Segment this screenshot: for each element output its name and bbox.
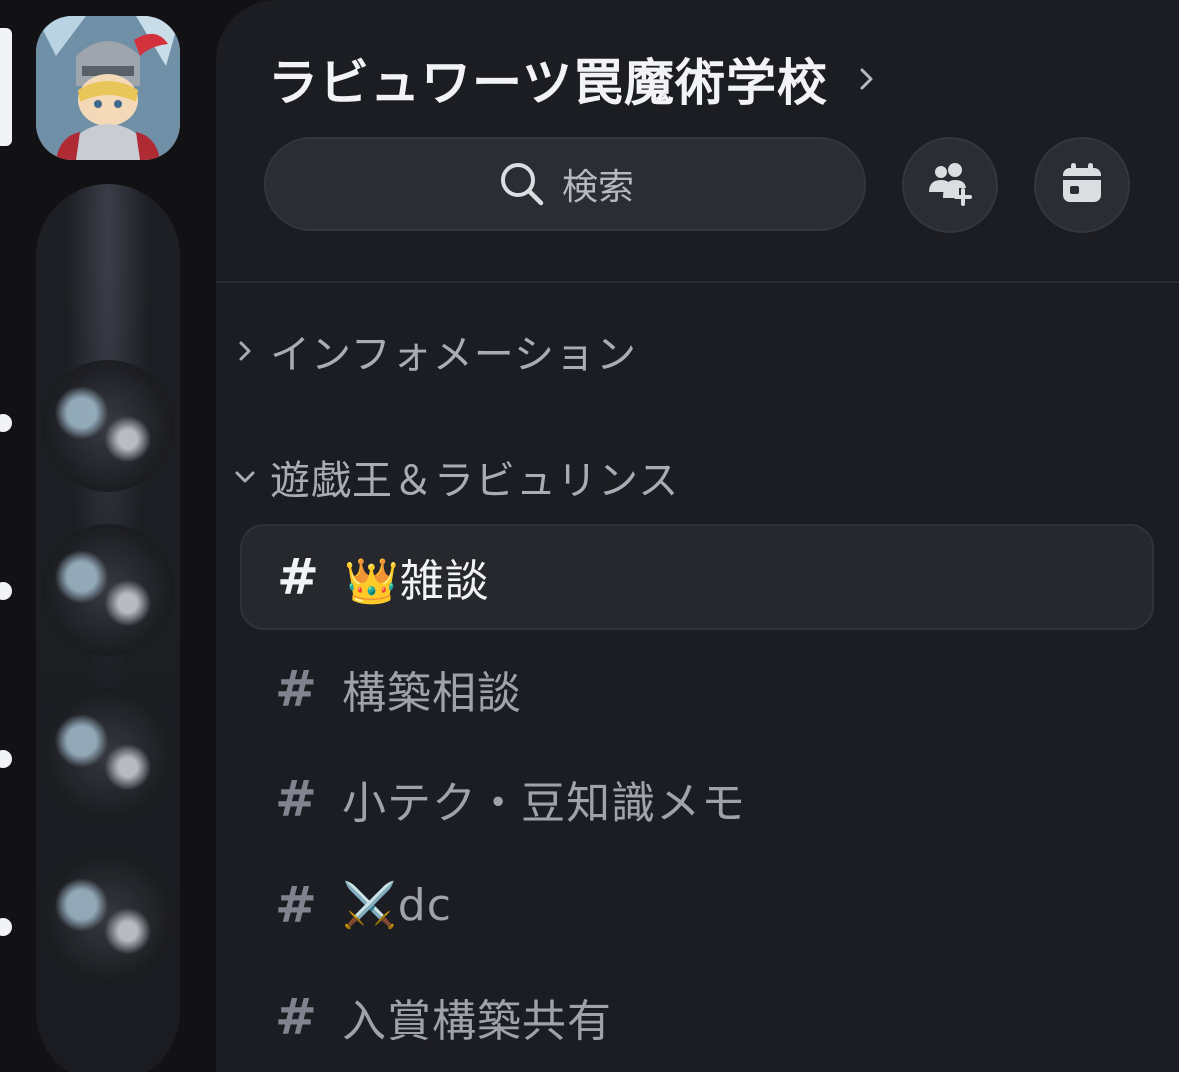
- server-icon-selected[interactable]: [36, 16, 180, 160]
- selected-server-indicator: [0, 28, 12, 146]
- server-header[interactable]: ラビュワーツ罠魔術学校: [268, 44, 882, 114]
- discord-mobile-app: ラビュワーツ罠魔術学校 検索 インフォメーション 遊戯王＆ラビュリンス # 👑雑…: [0, 0, 1179, 1072]
- channel-deck-consultation[interactable]: # 構築相談: [240, 636, 1154, 742]
- events-button[interactable]: [1034, 137, 1130, 233]
- unread-indicator: [0, 750, 12, 768]
- server-rail: [0, 0, 216, 1072]
- channel-name: 構築相談: [342, 668, 522, 719]
- channel-name: ⚔️dc: [342, 880, 452, 931]
- unread-indicator: [0, 582, 12, 600]
- chevron-right-icon: [230, 336, 260, 366]
- server-folder[interactable]: [36, 184, 180, 1072]
- folder-server-icon[interactable]: [42, 852, 174, 984]
- unread-indicator: [0, 414, 12, 432]
- folder-server-icon[interactable]: [42, 688, 174, 820]
- header-divider: [216, 281, 1179, 283]
- hash-icon: #: [277, 548, 319, 606]
- unread-indicator: [0, 918, 12, 936]
- channel-zatsudan[interactable]: # 👑雑談: [240, 524, 1154, 630]
- channel-winning-decks[interactable]: # 入賞構築共有: [240, 964, 1154, 1070]
- calendar-icon: [1059, 160, 1105, 210]
- invite-member-button[interactable]: [902, 137, 998, 233]
- chevron-right-icon: [852, 64, 882, 94]
- search-icon: [496, 158, 548, 210]
- category-label: 遊戯王＆ラビュリンス: [270, 458, 680, 504]
- server-name: ラビュワーツ罠魔術学校: [268, 54, 828, 112]
- category-information[interactable]: インフォメーション: [230, 322, 637, 380]
- channel-tips-memo[interactable]: # 小テク・豆知識メモ: [240, 746, 1154, 852]
- search-label: 検索: [561, 167, 634, 208]
- hash-icon: #: [275, 988, 317, 1046]
- category-yugioh-labrynth[interactable]: 遊戯王＆ラビュリンス: [230, 448, 679, 506]
- channel-dc[interactable]: # ⚔️dc: [240, 852, 1154, 958]
- add-member-icon: [925, 158, 975, 212]
- server-avatar-image: [36, 16, 180, 160]
- channel-name: 小テク・豆知識メモ: [342, 778, 747, 829]
- chevron-down-icon: [230, 462, 260, 492]
- channel-panel: ラビュワーツ罠魔術学校 検索 インフォメーション 遊戯王＆ラビュリンス # 👑雑…: [216, 0, 1179, 1072]
- category-label: インフォメーション: [270, 332, 637, 378]
- hash-icon: #: [275, 660, 317, 718]
- channel-name: 👑雑談: [344, 556, 490, 607]
- search-button[interactable]: 検索: [264, 137, 866, 231]
- folder-server-icon[interactable]: [42, 360, 174, 492]
- folder-server-icon[interactable]: [42, 524, 174, 656]
- hash-icon: #: [275, 876, 317, 934]
- hash-icon: #: [275, 770, 317, 828]
- channel-name: 入賞構築共有: [342, 996, 612, 1047]
